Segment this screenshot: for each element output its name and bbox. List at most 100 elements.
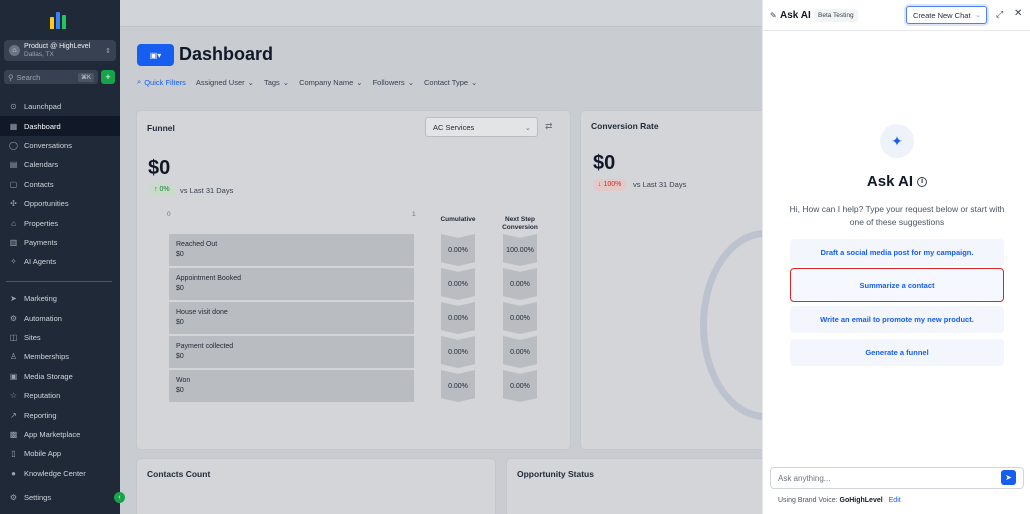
sidebar-item-reporting[interactable]: ↗ Reporting [0,405,120,424]
suggestion-email-promo[interactable]: Write an email to promote my new product… [790,306,1004,333]
sidebar-item-label: Properties [24,218,59,228]
opportunities-icon: ✣ [10,199,17,209]
filter-label: Followers [372,77,405,87]
filter-label: Company Name [299,77,354,87]
contacts-icon: ▢ [9,179,18,189]
funnel-stage[interactable]: House visit done $0 [169,302,414,334]
funnel-stage-name: Won [176,377,191,384]
gear-icon: ⚙ [9,493,18,503]
sidebar-item-sites[interactable]: ◫ Sites [0,328,120,347]
funnel-stage-name: Reached Out [176,241,218,248]
sidebar-item-payments[interactable]: ▥ Payments [0,233,120,252]
brand-voice-value: GoHighLevel [839,497,883,504]
sidebar-item-launchpad[interactable]: ⊙ Launchpad [0,97,120,116]
account-location: Dallas, TX [24,50,54,58]
filter-contact-type[interactable]: Contact Type ⌄ [424,78,477,87]
funnel-cumulative-value: 0.00% [441,370,475,402]
sidebar-item-knowledge-center[interactable]: ● Knowledge Center [0,464,120,483]
quick-add-button[interactable]: + [101,70,115,84]
suggestion-generate-funnel[interactable]: Generate a funnel [790,339,1004,366]
sidebar-item-contacts[interactable]: ▢ Contacts [0,175,120,194]
suggestion-social-post[interactable]: Draft a social media post for my campaig… [790,239,1004,266]
swap-icon[interactable]: ⇄ [545,121,553,132]
beta-badge: Beta Testing [814,9,858,22]
sidebar-item-automation[interactable]: ⚙ Automation [0,308,120,327]
sidebar-item-label: Reporting [24,410,57,420]
suggestion-summarize-contact[interactable]: Summarize a contact [790,268,1004,302]
funnel-axis-min: 0 [167,211,171,218]
brand-voice-edit-link[interactable]: Edit [889,497,901,504]
funnel-stage[interactable]: Payment collected $0 [169,336,414,368]
create-new-chat-select[interactable]: Create New Chat ⌄ [906,6,987,24]
sidebar-item-dashboard[interactable]: ▦ Dashboard [0,116,120,136]
sidebar-item-conversations[interactable]: ◯ Conversations [0,136,120,155]
account-avatar-icon: ⌂ [9,45,20,56]
collapse-sidebar-button[interactable]: ‹ [114,492,125,503]
funnel-title: Funnel [147,123,175,133]
sidebar-item-marketing[interactable]: ➤ Marketing [0,289,120,308]
sidebar-item-mobile-app[interactable]: ▯ Mobile App [0,444,120,463]
sidebar-item-opportunities[interactable]: ✣ Opportunities [0,194,120,213]
sidebar-item-media-storage[interactable]: ▣ Media Storage [0,367,120,386]
sidebar-item-label: Media Storage [24,371,73,381]
pipeline-select[interactable]: AC Services ⌄ [425,117,538,137]
sidebar-item-label: App Marketplace [24,429,81,439]
funnel-next-step-value: 0.00% [503,302,537,334]
sidebar-item-label: Calendars [24,160,59,170]
new-chat-label: Create New Chat [913,11,971,20]
close-icon[interactable]: ✕ [1014,8,1022,19]
account-name: Product @ HighLevel [24,42,91,50]
sidebar-item-properties[interactable]: ⌂ Properties [0,213,120,232]
send-button[interactable]: ➤ [1001,470,1016,485]
info-icon[interactable]: i [917,177,928,188]
sidebar-item-label: Marketing [24,294,57,304]
account-switcher[interactable]: ⌂ Product @ HighLevel Dallas, TX ⇕ [4,40,116,61]
filters-bar: ⌕ Quick Filters Assigned User ⌄ Tags ⌄ Com… [137,77,477,87]
sidebar-search[interactable]: ⚲ Search ⌘K [4,70,98,84]
ask-anything-input[interactable]: Ask anything... [770,467,1024,489]
sidebar-item-calendars[interactable]: ▤ Calendars [0,155,120,174]
ai-agents-icon: ✧ [10,257,17,267]
search-label: Search [16,72,41,82]
sidebar-item-label: AI Agents [24,257,57,267]
sidebar-item-app-marketplace[interactable]: ▩ App Marketplace [0,425,120,444]
chevron-down-icon: ⌄ [524,123,531,132]
brand-voice: Using Brand Voice: GoHighLevel Edit [778,497,901,504]
sparkle-icon: ✦ [880,124,914,158]
filter-company-name[interactable]: Company Name ⌄ [299,78,363,87]
conversion-change-badge: ↓ 100% [593,179,627,191]
knowledge-center-icon: ● [11,468,16,478]
sidebar-item-label: Sites [24,332,41,342]
conversion-title: Conversion Rate [591,121,659,131]
funnel-cumulative-value: 0.00% [441,336,475,368]
filter-label: Tags [263,77,280,87]
highlevel-logo[interactable] [50,9,70,29]
sidebar-item-label: Launchpad [24,102,62,112]
funnel-next-step-value: 100.00% [503,234,537,266]
properties-icon: ⌂ [11,218,16,228]
filter-followers[interactable]: Followers ⌄ [373,78,414,87]
sidebar-item-settings[interactable]: ⚙ Settings [0,488,120,507]
funnel-stage[interactable]: Won $0 [169,370,414,402]
filter-label: Assigned User [195,77,245,87]
sidebar-item-ai-agents[interactable]: ✧ AI Agents [0,252,120,271]
funnel-stage-value: $0 [176,285,184,292]
expand-icon[interactable]: ⤢ [996,9,1003,20]
filter-tags[interactable]: Tags ⌄ [264,78,289,87]
sidebar-item-memberships[interactable]: ♙ Memberships [0,347,120,366]
funnel-stage[interactable]: Appointment Booked $0 [169,268,414,300]
quick-filters-button[interactable]: ⌕ Quick Filters [137,77,186,87]
funnel-next-step-value: 0.00% [503,336,537,368]
chevron-down-icon: ⌄ [247,77,254,87]
sidebar-item-label: Knowledge Center [24,468,86,478]
send-icon: ➤ [1005,473,1012,482]
opportunity-status-title: Opportunity Status [517,469,594,479]
dashboard-switcher-button[interactable]: ▣▾ [137,44,174,66]
funnel-stage[interactable]: Reached Out $0 [169,234,414,266]
memberships-icon: ♙ [9,352,18,362]
funnel-stage-name: House visit done [176,309,228,316]
automation-icon: ⚙ [9,313,18,323]
pipeline-select-value: AC Services [433,123,475,132]
filter-assigned-user[interactable]: Assigned User ⌄ [196,78,254,87]
sidebar-item-reputation[interactable]: ☆ Reputation [0,386,120,405]
